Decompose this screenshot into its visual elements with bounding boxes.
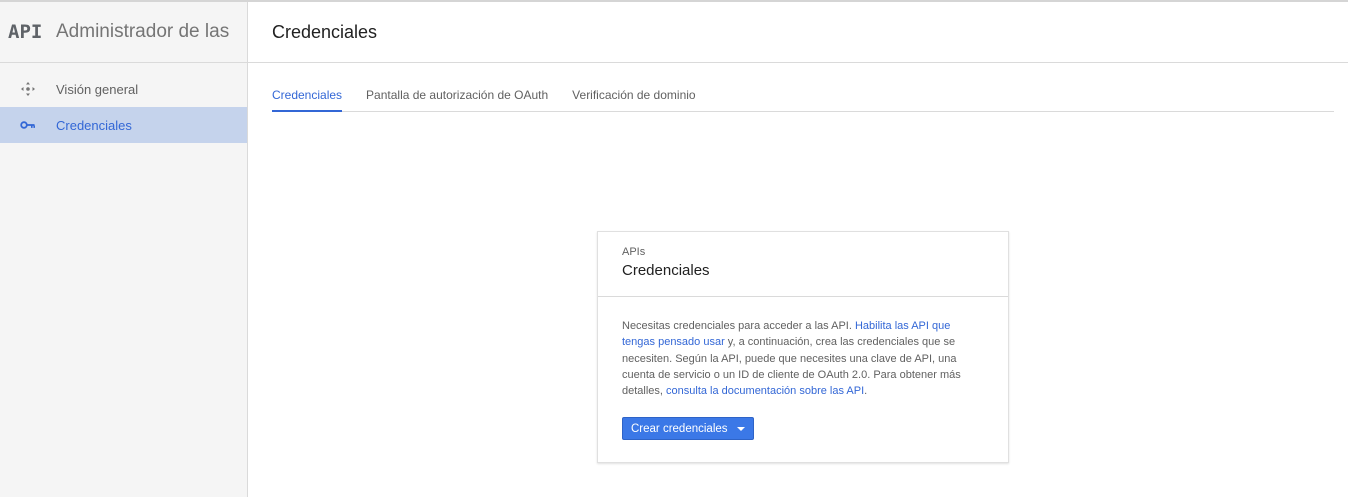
page-header: Credenciales [248, 2, 1348, 63]
credentials-card: APIs Credenciales Necesitas credenciales… [597, 231, 1009, 463]
sidebar-item-overview[interactable]: Visión general [0, 71, 247, 107]
api-logo[interactable]: API [8, 21, 52, 43]
card-text: Necesitas credenciales para acceder a la… [622, 320, 855, 332]
card-kicker: APIs [622, 246, 646, 258]
page-title: Credenciales [272, 21, 378, 42]
key-icon [0, 120, 56, 130]
tab-credentials[interactable]: Credenciales [272, 78, 343, 112]
app-title[interactable]: Administrador de las APIs [56, 21, 232, 43]
overview-icon [0, 81, 56, 97]
card-description: Necesitas credenciales para acceder a la… [622, 318, 984, 399]
caret-down-icon [736, 426, 745, 431]
tab-bar: Credenciales Pantalla de autorización de… [272, 78, 1334, 112]
sidebar-item-label: Visión general [56, 81, 139, 97]
card-title: Credenciales [622, 262, 710, 279]
sidebar: API Administrador de las APIs Visión gen… [0, 2, 248, 497]
api-docs-link[interactable]: consulta la documentación sobre las API [666, 385, 864, 397]
card-header: APIs Credenciales [598, 232, 1008, 297]
main-content: Credenciales Credenciales Pantalla de au… [248, 2, 1348, 497]
tab-oauth-consent[interactable]: Pantalla de autorización de OAuth [366, 78, 548, 112]
card-body: Necesitas credenciales para acceder a la… [598, 297, 1008, 441]
create-credentials-button[interactable]: Crear credenciales [622, 417, 754, 441]
create-credentials-label: Crear credenciales [631, 422, 728, 435]
card-text: . [864, 385, 868, 398]
sidebar-header: API Administrador de las APIs [0, 2, 247, 63]
sidebar-item-label: Credenciales [56, 117, 132, 133]
tab-domain-verification[interactable]: Verificación de dominio [572, 78, 695, 112]
sidebar-item-credentials[interactable]: Credenciales [0, 107, 247, 143]
sidebar-nav: Visión general Credenciales [0, 63, 247, 143]
